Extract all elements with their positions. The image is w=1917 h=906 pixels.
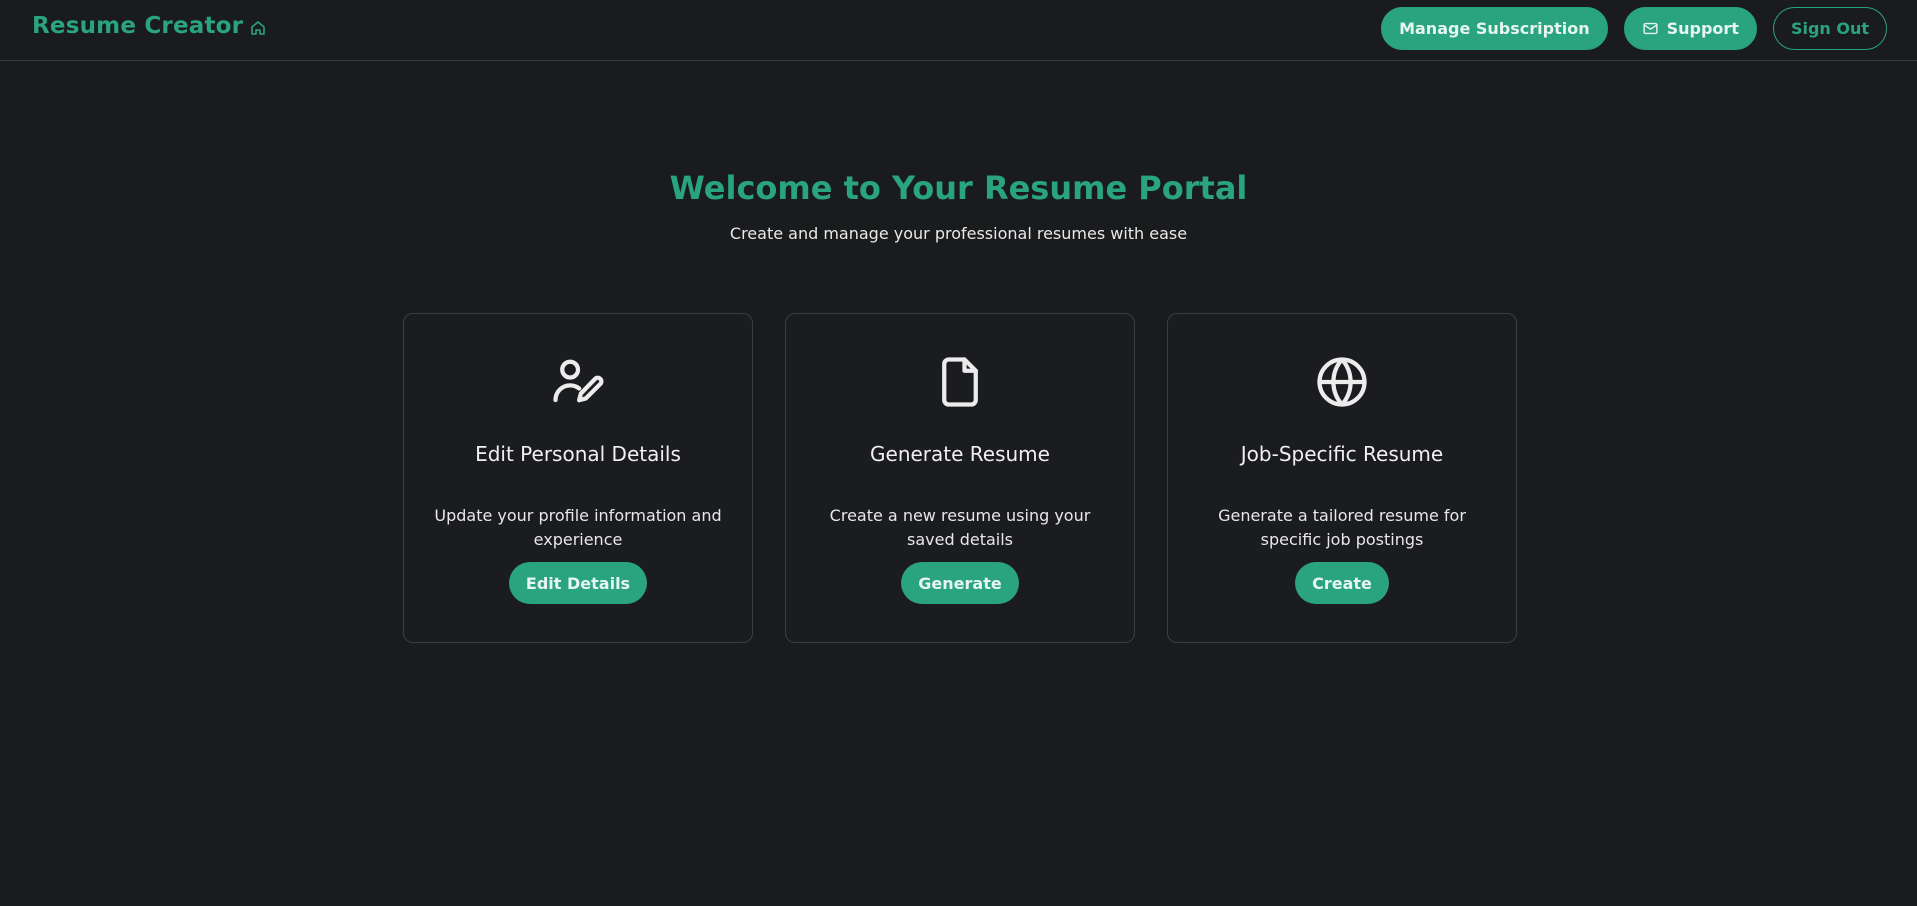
file-icon — [932, 354, 988, 410]
globe-icon — [1314, 354, 1370, 410]
create-button[interactable]: Create — [1295, 562, 1389, 604]
support-button[interactable]: Support — [1623, 7, 1757, 50]
support-label: Support — [1666, 19, 1739, 38]
home-button[interactable] — [249, 19, 267, 37]
card-title: Job-Specific Resume — [1240, 442, 1444, 466]
sign-out-label: Sign Out — [1790, 19, 1869, 38]
header-actions: Manage Subscription Support Sign Out — [1381, 7, 1887, 50]
generate-button[interactable]: Generate — [901, 562, 1019, 604]
card-job-specific-resume: Job-Specific Resume Generate a tailored … — [1167, 313, 1517, 643]
card-description: Generate a tailored resume for specific … — [1218, 506, 1466, 549]
top-nav-bar: Resume Creator Manage Subscription Suppo… — [0, 0, 1917, 61]
sign-out-button[interactable]: Sign Out — [1772, 7, 1887, 50]
card-description: Create a new resume using your saved det… — [829, 506, 1091, 549]
card-title: Edit Personal Details — [475, 442, 681, 466]
welcome-hero: Welcome to Your Resume Portal Create and… — [0, 168, 1917, 244]
user-edit-icon — [550, 354, 606, 410]
mail-icon — [1642, 22, 1658, 35]
manage-subscription-button[interactable]: Manage Subscription — [1381, 7, 1608, 50]
card-title: Generate Resume — [870, 442, 1050, 466]
manage-subscription-label: Manage Subscription — [1399, 19, 1590, 38]
brand-logo-link[interactable]: Resume Creator — [32, 13, 243, 39]
page-title: Welcome to Your Resume Portal — [669, 169, 1248, 207]
edit-details-button[interactable]: Edit Details — [508, 562, 648, 604]
card-generate-resume: Generate Resume Create a new resume usin… — [785, 313, 1135, 643]
home-icon — [251, 21, 265, 35]
page-subtitle: Create and manage your professional resu… — [729, 224, 1188, 243]
card-description: Update your profile information and expe… — [434, 506, 722, 549]
card-edit-personal-details: Edit Personal Details Update your profil… — [403, 313, 753, 643]
action-cards: Edit Personal Details Update your profil… — [403, 313, 1517, 643]
